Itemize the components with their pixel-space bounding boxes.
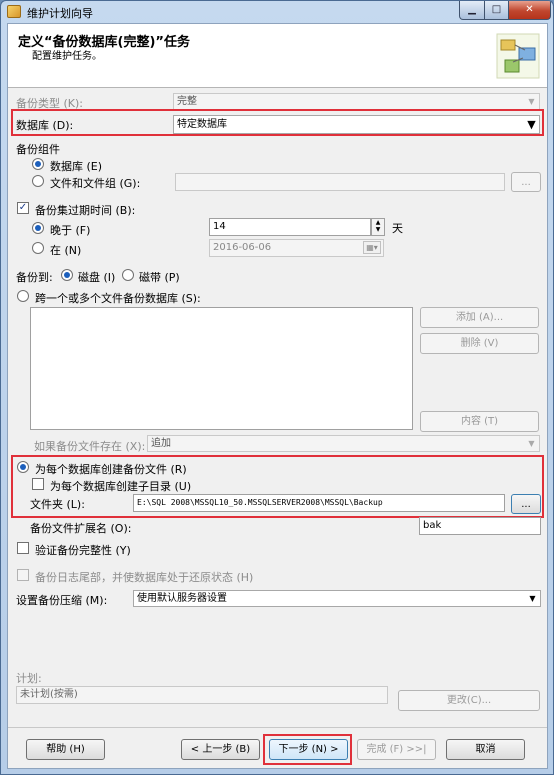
calendar-icon[interactable]: ▦▾ — [363, 241, 381, 254]
verify-checkbox[interactable] — [17, 542, 29, 554]
help-button[interactable]: 帮助 (H) — [26, 739, 105, 760]
chevron-down-icon: ▼ — [529, 594, 536, 603]
schedule-field: 未计划(按需) — [16, 686, 388, 704]
tape-radio[interactable] — [122, 269, 134, 281]
files-field[interactable] — [175, 173, 505, 191]
chevron-down-icon: ▼ — [527, 118, 536, 131]
add-file-button[interactable]: 添加 (A)... — [420, 307, 539, 328]
finish-button[interactable]: 完成 (F) >>| — [357, 739, 436, 760]
compression-select[interactable]: 使用默认服务器设置 ▼ — [133, 590, 541, 607]
database-label: 数据库 (D): — [16, 119, 74, 132]
change-schedule-button[interactable]: 更改(C)... — [398, 690, 540, 711]
subdir-label: 为每个数据库创建子目录 (U) — [50, 480, 192, 493]
tail-log-label: 备份日志尾部，并使数据库处于还原状态 (H) — [35, 571, 254, 584]
next-button[interactable]: 下一步 (N) > — [269, 739, 348, 760]
window-title: 维护计划向导 — [27, 7, 93, 20]
span-files-label: 跨一个或多个文件备份数据库 (S): — [35, 292, 201, 305]
remove-file-button[interactable]: 删除 (V) — [420, 333, 539, 354]
tape-radio-label: 磁带 (P) — [139, 271, 180, 284]
backup-to-label: 备份到: — [16, 271, 53, 284]
database-radio-label: 数据库 (E) — [50, 160, 103, 173]
extension-label: 备份文件扩展名 (O): — [30, 522, 132, 535]
wizard-header: 定义“备份数据库(完整)”任务 配置维护任务。 — [8, 24, 547, 88]
extension-input[interactable]: bak — [419, 517, 541, 535]
schedule-value: 未计划(按需) — [20, 689, 78, 700]
app-icon — [7, 5, 21, 18]
maximize-button[interactable]: □ — [484, 1, 509, 20]
files-radio[interactable] — [32, 175, 44, 187]
span-files-radio[interactable] — [17, 290, 29, 302]
if-exists-label: 如果备份文件存在 (X): — [34, 440, 146, 453]
compression-label: 设置备份压缩 (M): — [16, 594, 108, 607]
footer-divider — [8, 727, 547, 728]
database-radio[interactable] — [32, 158, 44, 170]
expiry-date-value: 2016-06-06 — [213, 242, 272, 253]
expiry-date-input[interactable]: 2016-06-06 ▦▾ — [209, 239, 384, 257]
files-radio-label: 文件和文件组 (G): — [50, 177, 141, 190]
expiry-after-label: 晚于 (F) — [50, 224, 91, 237]
page-subtitle: 配置维护任务。 — [32, 51, 102, 62]
if-exists-value: 追加 — [151, 438, 171, 449]
compression-value: 使用默认服务器设置 — [137, 593, 227, 604]
back-button[interactable]: < 上一步 (B) — [181, 739, 260, 760]
expiry-after-radio[interactable] — [32, 222, 44, 234]
days-spinner[interactable]: ▲ ▼ — [371, 218, 385, 236]
expiry-days-input[interactable]: 14 — [209, 218, 371, 236]
disk-radio[interactable] — [61, 269, 73, 281]
per-db-file-radio[interactable] — [17, 461, 29, 473]
chevron-down-icon: ▼ — [528, 439, 535, 448]
database-select[interactable]: 特定数据库 ▼ — [173, 115, 540, 134]
subdir-checkbox[interactable] — [32, 478, 44, 490]
expiry-on-radio[interactable] — [32, 242, 44, 254]
disk-radio-label: 磁盘 (I) — [78, 271, 116, 284]
wizard-body: 定义“备份数据库(完整)”任务 配置维护任务。 备份类型 (K): 完整 ▼ 数… — [7, 23, 548, 769]
days-unit: 天 — [392, 222, 403, 235]
verify-label: 验证备份完整性 (Y) — [35, 544, 131, 557]
wizard-banner-icon — [496, 33, 540, 79]
expiry-label: 备份集过期时间 (B): — [35, 204, 136, 217]
backup-component-label: 备份组件 — [16, 143, 60, 156]
folder-browse-button[interactable]: ... — [511, 494, 541, 514]
contents-button[interactable]: 内容 (T) — [420, 411, 539, 432]
expiry-on-label: 在 (N) — [50, 244, 82, 257]
if-exists-select[interactable]: 追加 ▼ — [147, 435, 540, 452]
backup-files-list[interactable] — [30, 307, 413, 430]
title-bar[interactable]: 维护计划向导 ▁ □ ✕ — [1, 1, 553, 23]
minimize-button[interactable]: ▁ — [459, 1, 485, 20]
close-button[interactable]: ✕ — [508, 1, 551, 20]
expiry-days-value: 14 — [213, 221, 226, 232]
chevron-down-icon: ▼ — [528, 97, 535, 106]
files-browse-button[interactable]: ... — [511, 172, 541, 192]
folder-label: 文件夹 (L): — [30, 498, 85, 511]
folder-value: E:\SQL 2008\MSSQL10_50.MSSQLSERVER2008\M… — [137, 498, 383, 507]
per-db-file-label: 为每个数据库创建备份文件 (R) — [35, 463, 187, 476]
expiry-checkbox[interactable]: ✓ — [17, 202, 29, 214]
folder-input[interactable]: E:\SQL 2008\MSSQL10_50.MSSQLSERVER2008\M… — [133, 494, 505, 512]
tail-log-checkbox[interactable] — [17, 569, 29, 581]
extension-value: bak — [423, 520, 442, 531]
backup-type-value: 完整 — [177, 96, 197, 107]
wizard-window: 维护计划向导 ▁ □ ✕ 定义“备份数据库(完整)”任务 配置维护任务。 备份类… — [0, 0, 554, 775]
database-value: 特定数据库 — [177, 119, 227, 130]
schedule-label: 计划: — [16, 672, 42, 685]
cancel-button[interactable]: 取消 — [446, 739, 525, 760]
backup-type-select[interactable]: 完整 ▼ — [173, 93, 540, 110]
